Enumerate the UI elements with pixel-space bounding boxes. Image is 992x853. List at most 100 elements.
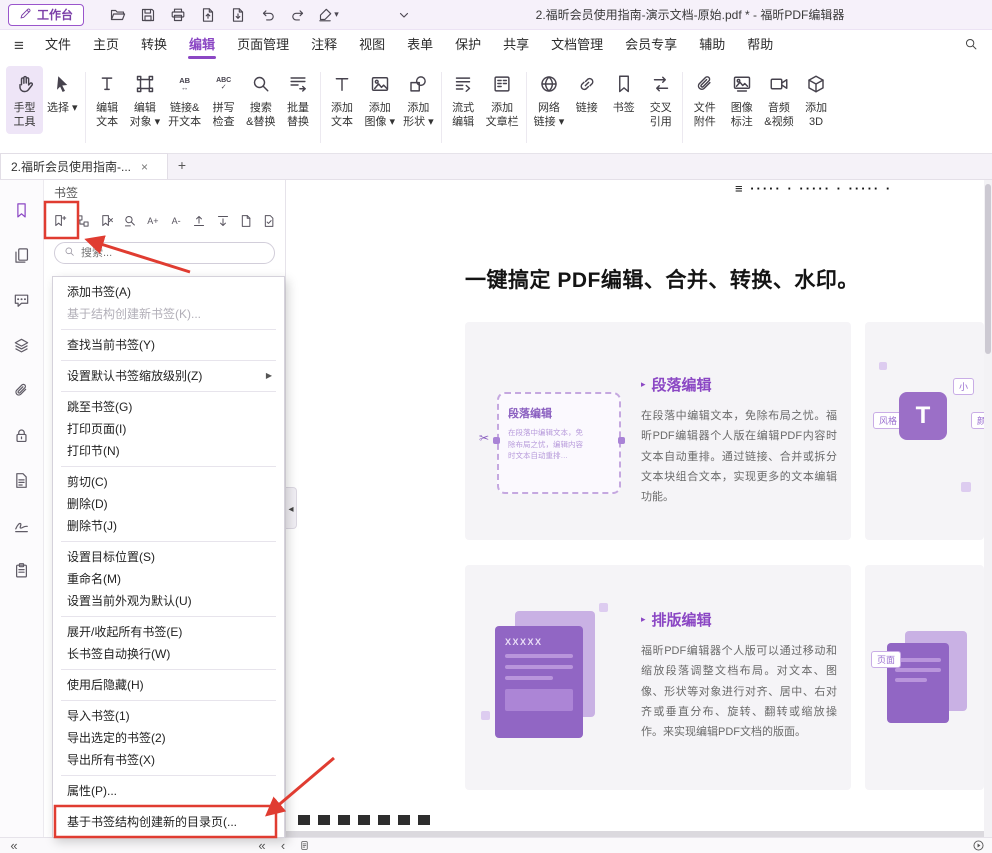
context-menu-item-6[interactable]: 打印节(N)	[53, 440, 284, 462]
add-article-tool[interactable]: 添加 文章栏	[482, 66, 523, 134]
page-panel-button[interactable]	[9, 468, 35, 492]
search-button[interactable]	[954, 37, 988, 54]
page-thumb-button[interactable]	[296, 840, 312, 851]
scrollbar-thumb[interactable]	[985, 184, 991, 354]
link-text-tool[interactable]: AB↔链接& 开文本	[164, 66, 205, 134]
menu-item-7[interactable]: 表单	[396, 30, 444, 60]
attachment-tool[interactable]: 文件 附件	[686, 66, 723, 134]
attachment-panel-button[interactable]	[9, 378, 35, 402]
menu-item-11[interactable]: 会员专享	[614, 30, 688, 60]
context-menu-item-20[interactable]: 基于书签结构创建新的目录页(...	[53, 811, 284, 833]
menu-item-9[interactable]: 共享	[492, 30, 540, 60]
menu-item-1[interactable]: 主页	[82, 30, 130, 60]
first-page-button[interactable]: «	[254, 839, 270, 852]
context-menu-item-1[interactable]: 基于结构创建新书签(K)...	[53, 303, 284, 325]
search-replace-tool[interactable]: 搜索 &替换	[242, 66, 279, 134]
batch-replace-tool[interactable]: 批量 替换	[280, 66, 317, 134]
layers-panel-button[interactable]	[9, 333, 35, 357]
bm-find-button[interactable]	[119, 210, 141, 232]
context-menu-item-4[interactable]: 跳至书签(G)	[53, 396, 284, 418]
context-menu-item-5[interactable]: 打印页面(I)	[53, 418, 284, 440]
bm-font-minus-button[interactable]: A-	[165, 210, 187, 232]
context-menu-item-15[interactable]: 使用后隐藏(H)	[53, 674, 284, 696]
web-link-tool[interactable]: 网络 链接 ▾	[530, 66, 569, 134]
context-menu-item-11[interactable]: 重命名(M)	[53, 568, 284, 590]
undo-button[interactable]	[254, 3, 282, 27]
collapse-panel-button[interactable]: «	[6, 839, 22, 852]
context-menu-item-13[interactable]: 展开/收起所有书签(E)	[53, 621, 284, 643]
hamburger-button[interactable]: ≡	[4, 37, 34, 54]
menu-item-0[interactable]: 文件	[34, 30, 82, 60]
context-menu-item-16[interactable]: 导入书签(1)	[53, 705, 284, 727]
toolbar-more-button[interactable]	[390, 3, 418, 27]
context-menu-item-9[interactable]: 删除节(J)	[53, 515, 284, 537]
open-folder-button[interactable]	[104, 3, 132, 27]
lock-panel-button[interactable]	[9, 423, 35, 447]
signature-panel-button[interactable]	[9, 513, 35, 537]
bm-hierarchy-button[interactable]	[72, 210, 94, 232]
menu-item-12[interactable]: 辅助	[688, 30, 736, 60]
menu-item-5[interactable]: 注释	[300, 30, 348, 60]
menu-item-6[interactable]: 视图	[348, 30, 396, 60]
print-button[interactable]	[164, 3, 192, 27]
document-view[interactable]: ≡ ····· · ····· · ····· · 一键搞定 PDF编辑、合并、…	[286, 180, 992, 837]
workspace-button[interactable]: 工作台	[8, 4, 84, 26]
panel-collapse-handle[interactable]: ◂	[286, 487, 297, 529]
context-menu-item-10[interactable]: 设置目标位置(S)	[53, 546, 284, 568]
context-menu-item-14[interactable]: 长书签自动换行(W)	[53, 643, 284, 665]
vertical-scrollbar[interactable]	[984, 180, 992, 837]
flow-edit-tool[interactable]: 流式 编辑	[445, 66, 482, 134]
bm-page-button[interactable]	[235, 210, 257, 232]
context-menu-item-2[interactable]: 查找当前书签(Y)	[53, 334, 284, 356]
pages-panel-button[interactable]	[9, 243, 35, 267]
doc-export-button[interactable]	[194, 3, 222, 27]
context-menu-item-8[interactable]: 删除(D)	[53, 493, 284, 515]
context-menu-item-0[interactable]: 添加书签(A)	[53, 281, 284, 303]
brush-button[interactable]: ▾	[314, 3, 342, 27]
select-cursor-tool[interactable]: 选择 ▾	[43, 66, 82, 134]
audio-video-tool[interactable]: 音频 &视频	[760, 66, 797, 134]
add-3d-tool[interactable]: 添加 3D	[798, 66, 835, 134]
doc-import-button[interactable]	[224, 3, 252, 27]
edit-object-tool[interactable]: 编辑 对象 ▾	[126, 66, 165, 134]
context-menu-item-12[interactable]: 设置当前外观为默认(U)	[53, 590, 284, 612]
autoscroll-button[interactable]	[970, 839, 986, 852]
save-button[interactable]	[134, 3, 162, 27]
bm-delete-button[interactable]	[95, 210, 117, 232]
clipboard-panel-button[interactable]	[9, 558, 35, 582]
context-menu-item-18[interactable]: 导出所有书签(X)	[53, 749, 284, 771]
tab-close-icon[interactable]: ×	[141, 160, 148, 174]
bookmark-search-input[interactable]	[81, 247, 265, 259]
add-image-tool[interactable]: 添加 图像 ▾	[361, 66, 400, 134]
cross-ref-tool[interactable]: 交叉 引用	[642, 66, 679, 134]
menu-item-2[interactable]: 转换	[130, 30, 178, 60]
context-menu-item-7[interactable]: 剪切(C)	[53, 471, 284, 493]
spell-check-tool[interactable]: ABC✓拼写 检查	[205, 66, 242, 134]
add-text-tool[interactable]: 添加 文本	[324, 66, 361, 134]
bookmark-search[interactable]	[54, 242, 275, 264]
bm-move-down-button[interactable]	[211, 210, 233, 232]
menu-item-13[interactable]: 帮助	[736, 30, 784, 60]
prev-page-button[interactable]: ‹	[275, 839, 291, 852]
menu-item-4[interactable]: 页面管理	[226, 30, 300, 60]
edit-text-tool[interactable]: 编辑 文本	[89, 66, 126, 134]
context-menu-item-19[interactable]: 属性(P)...	[53, 780, 284, 802]
menu-item-3[interactable]: 编辑	[178, 30, 226, 60]
link-tool[interactable]: 链接	[568, 66, 605, 134]
new-tab-button[interactable]: +	[168, 154, 196, 179]
bm-page-check-button[interactable]	[258, 210, 280, 232]
menu-item-10[interactable]: 文档管理	[540, 30, 614, 60]
document-tab[interactable]: 2.福昕会员使用指南-... ×	[0, 153, 168, 179]
context-menu-item-17[interactable]: 导出选定的书签(2)	[53, 727, 284, 749]
bookmark-panel-button[interactable]	[9, 198, 35, 222]
bm-new-bookmark-button[interactable]	[49, 210, 71, 232]
bm-font-plus-button[interactable]: A+	[142, 210, 164, 232]
hand-tool[interactable]: 手型 工具	[6, 66, 43, 134]
menu-item-8[interactable]: 保护	[444, 30, 492, 60]
bm-move-up-button[interactable]	[188, 210, 210, 232]
bookmark-tool[interactable]: 书签	[605, 66, 642, 134]
redo-button[interactable]	[284, 3, 312, 27]
comments-panel-button[interactable]	[9, 288, 35, 312]
add-shape-tool[interactable]: 添加 形状 ▾	[399, 66, 438, 134]
image-annotation-tool[interactable]: 图像 标注	[723, 66, 760, 134]
